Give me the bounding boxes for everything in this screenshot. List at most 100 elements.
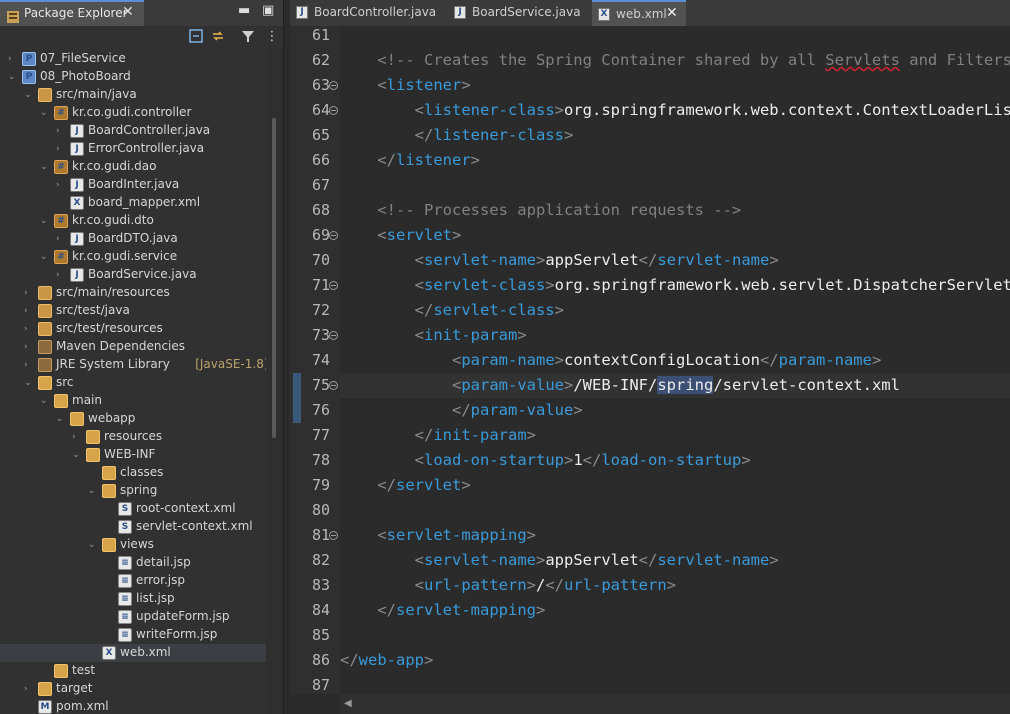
code-line[interactable]: <!-- Processes application requests -->	[340, 198, 1010, 223]
view-menu-icon[interactable]: ⋮	[264, 29, 280, 45]
editor-tab[interactable]: J BoardService.java	[448, 0, 588, 26]
tree-item[interactable]: › J BoardController.java	[0, 122, 266, 140]
chevron-down-icon[interactable]: ⌄	[88, 539, 98, 551]
code-line[interactable]: <load-on-startup>1</load-on-startup>	[340, 448, 1010, 473]
tree-item[interactable]: Xweb.xml	[0, 644, 266, 662]
tree-item[interactable]: ≡ updateForm.jsp	[0, 608, 266, 626]
tree-item[interactable]: › J ErrorController.java	[0, 140, 266, 158]
fold-toggle-icon[interactable]: −	[329, 106, 338, 115]
code-line[interactable]: </listener-class>	[340, 123, 1010, 148]
tree-item[interactable]: › JRE System Library [JavaSE-1.8]	[0, 356, 266, 374]
tree-scrollbar[interactable]	[266, 48, 283, 714]
tree-item[interactable]: › target	[0, 680, 266, 698]
chevron-right-icon[interactable]: ›	[72, 431, 82, 443]
tree-item[interactable]: ⌄ src/main/java	[0, 86, 266, 104]
code-line[interactable]: <!-- Creates the Spring Container shared…	[340, 48, 1010, 73]
tree-item[interactable]: ≡ error.jsp	[0, 572, 266, 590]
tree-item[interactable]: Xboard_mapper.xml	[0, 194, 266, 212]
code-line[interactable]: </web-app>	[340, 648, 1010, 673]
tree-item[interactable]: › J BoardService.java	[0, 266, 266, 284]
code-line[interactable]: <init-param>	[340, 323, 1010, 348]
chevron-right-icon[interactable]: ›	[56, 125, 66, 137]
close-icon[interactable]: ✕	[122, 4, 134, 20]
code-line[interactable]: </servlet-mapping>	[340, 598, 1010, 623]
chevron-right-icon[interactable]: ›	[8, 53, 18, 65]
code-line[interactable]: <servlet-name>appServlet</servlet-name>	[340, 548, 1010, 573]
code-line[interactable]: <servlet-name>appServlet</servlet-name>	[340, 248, 1010, 273]
chevron-right-icon[interactable]: ›	[24, 683, 34, 695]
chevron-down-icon[interactable]: ⌄	[72, 449, 82, 461]
tab-package-explorer[interactable]: Package Explorer ✕	[0, 0, 144, 26]
code-line[interactable]: </servlet>	[340, 473, 1010, 498]
code-line[interactable]: <param-value>/WEB-INF/spring/servlet-con…	[340, 373, 1010, 398]
tree-item[interactable]: › J BoardDTO.java	[0, 230, 266, 248]
tree-item[interactable]: ⌄ views	[0, 536, 266, 554]
code-line[interactable]: </init-param>	[340, 423, 1010, 448]
chevron-down-icon[interactable]: ⌄	[40, 395, 50, 407]
chevron-right-icon[interactable]: ›	[56, 269, 66, 281]
chevron-right-icon[interactable]: ›	[24, 359, 34, 371]
code-line[interactable]: <url-pattern>/</url-pattern>	[340, 573, 1010, 598]
tree-item[interactable]: ⌄ # kr.co.gudi.dao	[0, 158, 266, 176]
tree-item[interactable]: ⌄ # kr.co.gudi.controller	[0, 104, 266, 122]
tree-item[interactable]: ⌄ WEB-INF	[0, 446, 266, 464]
scroll-left-arrow-icon[interactable]: ◀	[344, 698, 352, 709]
tree-item[interactable]: ≡ list.jsp	[0, 590, 266, 608]
code-line[interactable]: </listener>	[340, 148, 1010, 173]
close-icon[interactable]: ✕	[666, 5, 678, 21]
tree-item[interactable]: ⌄ webapp	[0, 410, 266, 428]
fold-toggle-icon[interactable]: −	[329, 381, 338, 390]
minimize-icon[interactable]: ▬	[238, 3, 250, 18]
tree-item[interactable]: ⌄ main	[0, 392, 266, 410]
tree-item[interactable]: › P 07_FileService	[0, 50, 266, 68]
code-line[interactable]	[340, 26, 1010, 48]
tree-item[interactable]: classes	[0, 464, 266, 482]
code-line[interactable]	[340, 623, 1010, 648]
chevron-down-icon[interactable]: ⌄	[40, 107, 50, 119]
collapse-all-icon[interactable]	[188, 29, 204, 45]
chevron-down-icon[interactable]: ⌄	[56, 413, 66, 425]
tree-item[interactable]: Sroot-context.xml	[0, 500, 266, 518]
horizontal-scrollbar[interactable]: ◀	[340, 694, 1010, 714]
code-line[interactable]: </param-value>	[340, 398, 1010, 423]
chevron-down-icon[interactable]: ⌄	[24, 377, 34, 389]
filter-icon[interactable]	[240, 29, 256, 45]
chevron-down-icon[interactable]: ⌄	[24, 89, 34, 101]
code-editor[interactable]: <!-- Creates the Spring Container shared…	[340, 26, 1010, 694]
tree-item[interactable]: › src/test/java	[0, 302, 266, 320]
chevron-right-icon[interactable]: ›	[24, 287, 34, 299]
tree-item[interactable]: test	[0, 662, 266, 680]
tree-item[interactable]: ≡ detail.jsp	[0, 554, 266, 572]
chevron-down-icon[interactable]: ⌄	[88, 485, 98, 497]
tree-item[interactable]: Mpom.xml	[0, 698, 266, 714]
code-line[interactable]	[340, 673, 1010, 694]
code-line[interactable]: <servlet-mapping>	[340, 523, 1010, 548]
code-line[interactable]: <listener-class>org.springframework.web.…	[340, 98, 1010, 123]
chevron-right-icon[interactable]: ›	[24, 323, 34, 335]
code-line[interactable]: <servlet>	[340, 223, 1010, 248]
code-line[interactable]: <listener>	[340, 73, 1010, 98]
tree-item[interactable]: ≡ writeForm.jsp	[0, 626, 266, 644]
tree-item[interactable]: › J BoardInter.java	[0, 176, 266, 194]
fold-toggle-icon[interactable]: −	[329, 231, 338, 240]
chevron-down-icon[interactable]: ⌄	[40, 215, 50, 227]
fold-toggle-icon[interactable]: −	[329, 531, 338, 540]
chevron-right-icon[interactable]: ›	[56, 143, 66, 155]
tree-item[interactable]: ⌄ spring	[0, 482, 266, 500]
fold-toggle-icon[interactable]: −	[329, 81, 338, 90]
tree-item[interactable]: › resources	[0, 428, 266, 446]
code-line[interactable]	[340, 173, 1010, 198]
tree-item[interactable]: › src/main/resources	[0, 284, 266, 302]
tree-item[interactable]: ⌄ src	[0, 374, 266, 392]
code-line[interactable]: <param-name>contextConfigLocation</param…	[340, 348, 1010, 373]
fold-toggle-icon[interactable]: −	[329, 331, 338, 340]
chevron-right-icon[interactable]: ›	[56, 233, 66, 245]
tree-item[interactable]: ⌄ P 08_PhotoBoard	[0, 68, 266, 86]
link-with-editor-icon[interactable]	[210, 29, 226, 45]
chevron-right-icon[interactable]: ›	[56, 179, 66, 191]
chevron-right-icon[interactable]: ›	[24, 341, 34, 353]
chevron-down-icon[interactable]: ⌄	[40, 251, 50, 263]
tree-item[interactable]: Sservlet-context.xml	[0, 518, 266, 536]
fold-toggle-icon[interactable]: −	[329, 281, 338, 290]
chevron-right-icon[interactable]: ›	[24, 305, 34, 317]
